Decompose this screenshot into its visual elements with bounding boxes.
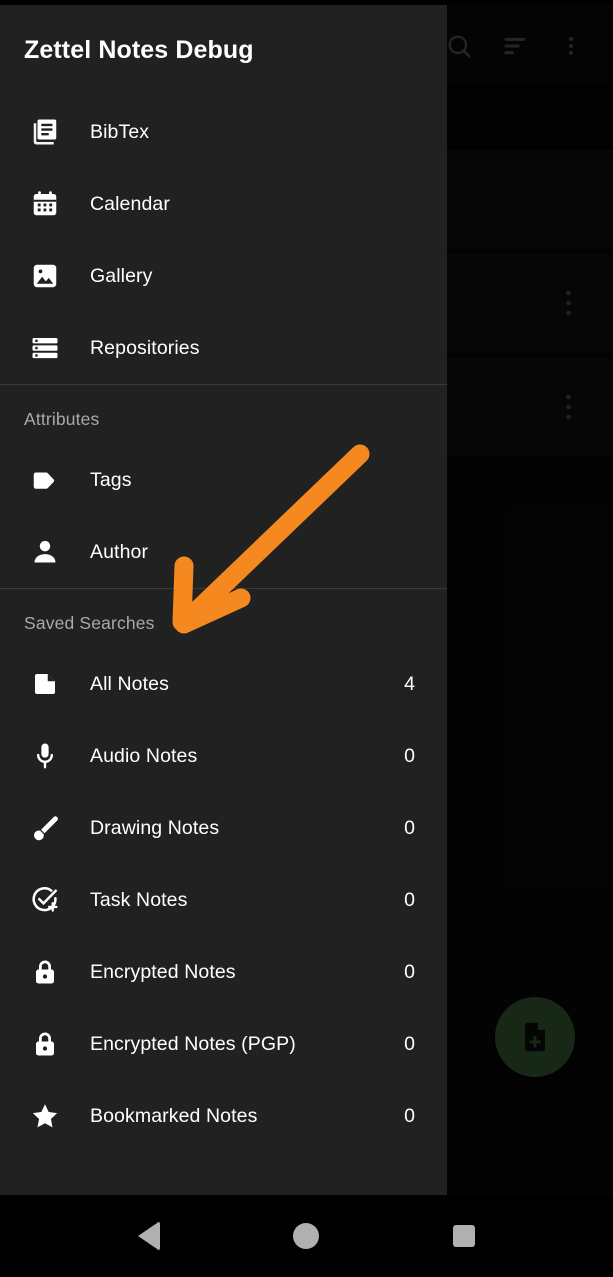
drawer-item-count: 0	[404, 816, 415, 839]
phone-screen: Zettel Notes Debug BibTex Calendar Galle…	[0, 0, 613, 1277]
drawer-item-label: Gallery	[90, 264, 153, 287]
sort-icon[interactable]	[487, 18, 543, 74]
drawer-item-count: 0	[404, 888, 415, 911]
lock-icon	[30, 957, 72, 987]
status-bar	[0, 0, 613, 5]
app-title: Zettel Notes Debug	[24, 35, 254, 64]
drawer-item-bookmarked-notes[interactable]: Bookmarked Notes 0	[0, 1080, 447, 1152]
drawer-item-label: Calendar	[90, 192, 170, 215]
new-note-fab[interactable]	[495, 997, 575, 1077]
calendar-icon	[30, 189, 72, 219]
drawer-item-count: 0	[404, 960, 415, 983]
repositories-icon	[30, 333, 72, 363]
drawer-item-label: Drawing Notes	[90, 816, 220, 839]
bibtex-icon	[30, 117, 72, 147]
drawer-item-all-notes[interactable]: All Notes 4	[0, 648, 447, 720]
navigation-drawer: Zettel Notes Debug BibTex Calendar Galle…	[0, 4, 447, 1195]
tag-icon	[30, 465, 72, 495]
overflow-menu-icon[interactable]	[543, 18, 599, 74]
drawer-item-label: Tags	[90, 468, 132, 491]
drawer-item-label: Bookmarked Notes	[90, 1104, 258, 1127]
drawer-item-label: Author	[90, 540, 149, 563]
drawer-header: Zettel Notes Debug	[0, 4, 447, 96]
drawer-item-count: 4	[404, 672, 415, 695]
system-navigation-bar	[0, 1195, 613, 1277]
card-overflow-icon[interactable]	[566, 290, 571, 316]
recents-button[interactable]	[434, 1206, 494, 1266]
drawer-item-calendar[interactable]: Calendar	[0, 168, 447, 240]
drawer-item-tags[interactable]: Tags	[0, 444, 447, 516]
home-button[interactable]	[276, 1206, 336, 1266]
drawer-item-gallery[interactable]: Gallery	[0, 240, 447, 312]
back-button[interactable]	[119, 1206, 179, 1266]
drawer-item-label: Audio Notes	[90, 744, 198, 767]
drawer-item-count: 0	[404, 744, 415, 767]
drawer-item-encrypted-notes-pgp[interactable]: Encrypted Notes (PGP) 0	[0, 1008, 447, 1080]
recents-icon	[453, 1225, 476, 1247]
saved-searches-section-label: Saved Searches	[24, 613, 155, 633]
drawer-item-count: 0	[404, 1104, 415, 1127]
drawer-item-bibtex[interactable]: BibTex	[0, 96, 447, 168]
drawer-item-label: BibTex	[90, 120, 150, 143]
microphone-icon	[30, 741, 72, 771]
drawer-item-encrypted-notes[interactable]: Encrypted Notes 0	[0, 936, 447, 1008]
drawer-item-count: 0	[404, 1032, 415, 1055]
drawer-item-task-notes[interactable]: Task Notes 0	[0, 864, 447, 936]
gallery-icon	[30, 261, 72, 291]
card-overflow-icon[interactable]	[566, 394, 571, 420]
note-icon	[30, 669, 72, 699]
drawer-item-label: Repositories	[90, 336, 200, 359]
attributes-section-label: Attributes	[24, 409, 100, 429]
drawer-item-label: Encrypted Notes	[90, 960, 236, 983]
drawer-item-author[interactable]: Author	[0, 516, 447, 588]
drawer-item-audio-notes[interactable]: Audio Notes 0	[0, 720, 447, 792]
back-icon	[137, 1221, 160, 1251]
drawer-item-drawing-notes[interactable]: Drawing Notes 0	[0, 792, 447, 864]
drawer-item-label: All Notes	[90, 672, 169, 695]
drawer-primary-section: BibTex Calendar Gallery Repositories	[0, 96, 447, 384]
drawer-saved-searches-section: Saved Searches All Notes 4 Audio Notes 0…	[0, 589, 447, 1152]
brush-icon	[30, 813, 72, 843]
star-icon	[30, 1101, 72, 1131]
home-icon	[293, 1223, 320, 1249]
drawer-item-label: Task Notes	[90, 888, 188, 911]
drawer-item-label: Encrypted Notes (PGP)	[90, 1032, 296, 1055]
drawer-item-repositories[interactable]: Repositories	[0, 312, 447, 384]
drawer-attributes-section: Attributes Tags Author	[0, 385, 447, 588]
task-add-icon	[30, 885, 72, 915]
person-icon	[30, 537, 72, 567]
note-add-icon	[525, 1022, 545, 1052]
lock-icon	[30, 1029, 72, 1059]
